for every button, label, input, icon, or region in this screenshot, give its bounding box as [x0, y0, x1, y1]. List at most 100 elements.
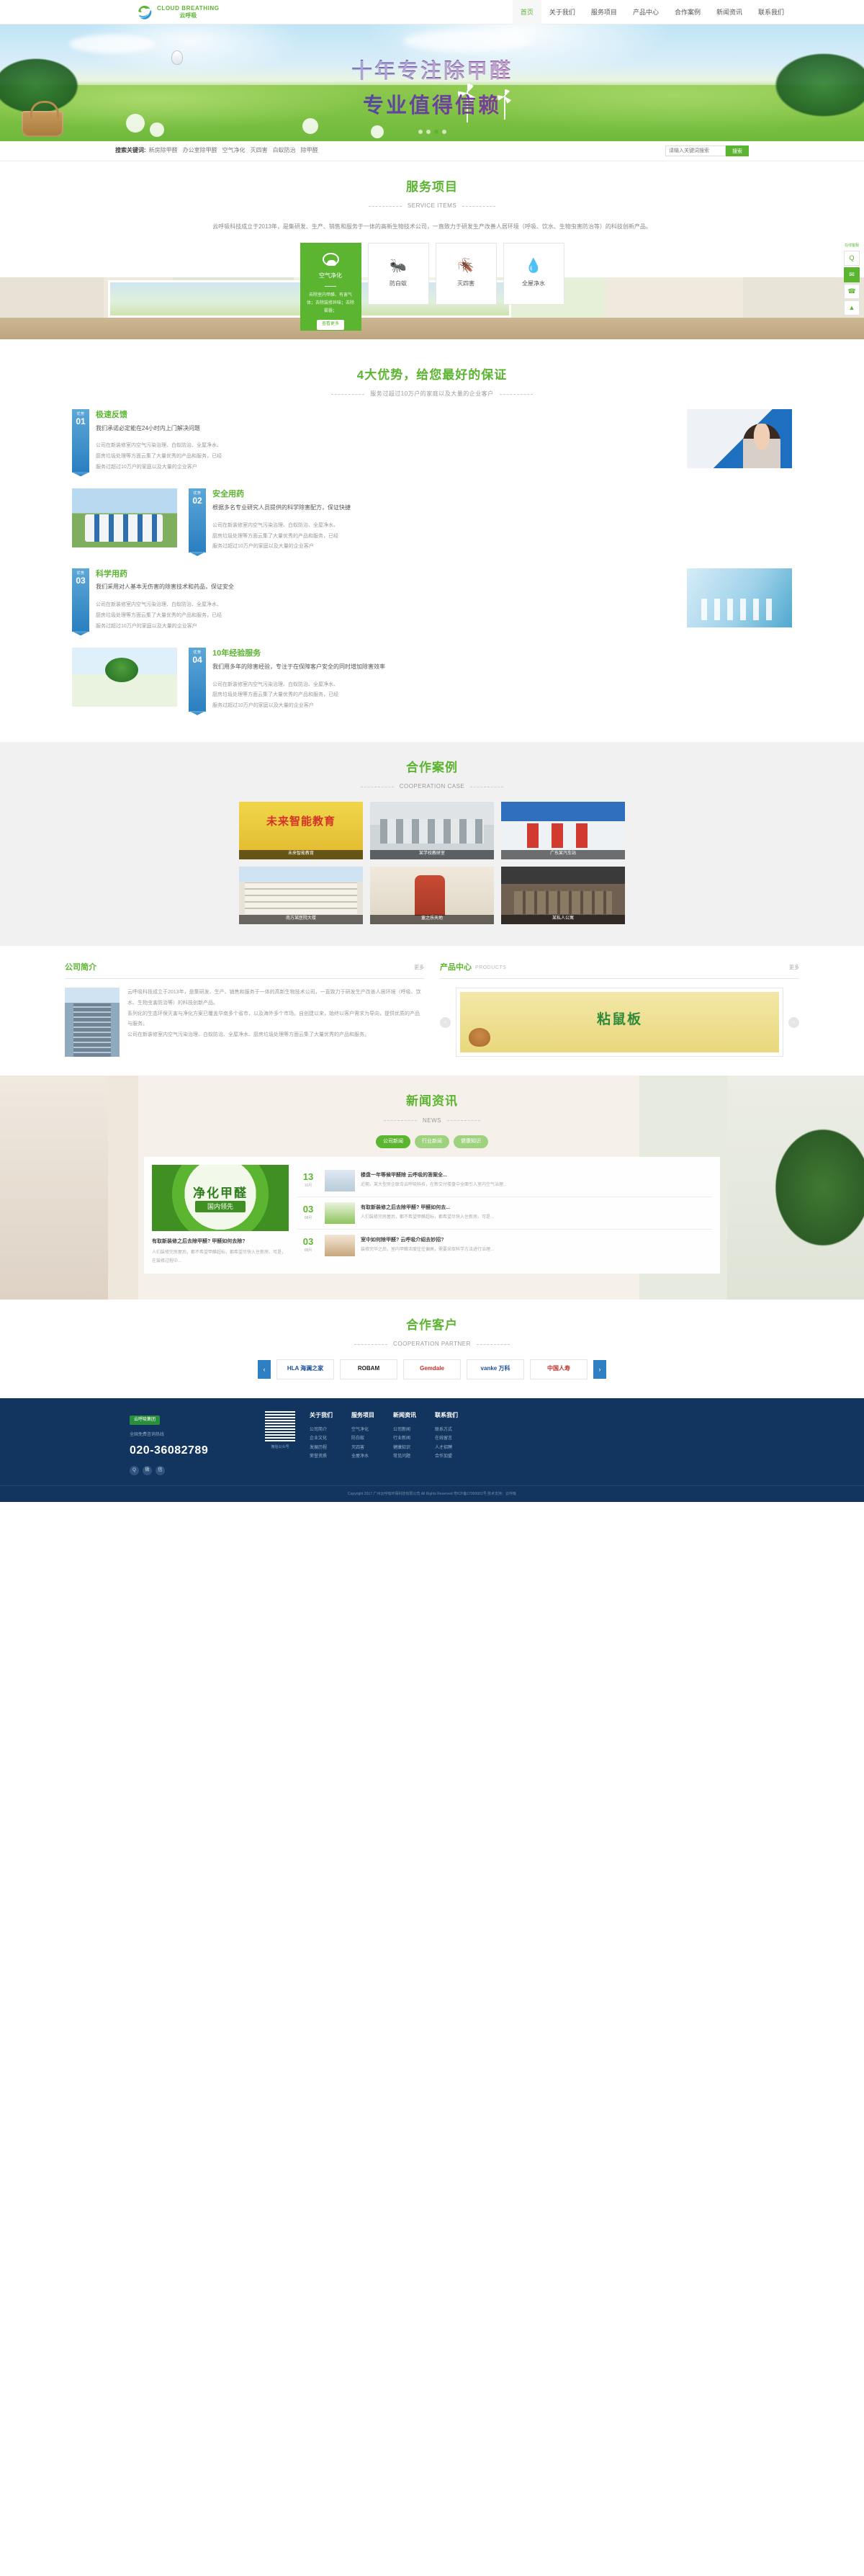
- services-subtitle-row: SERVICE ITEMS: [0, 202, 864, 211]
- cooperation-case-grid[interactable]: 未来智能教育 某学校教研室 广东某汽车站 南方某医院大楼 童之乐天地 某私人公寓: [0, 801, 864, 924]
- chevron-left-icon[interactable]: ‹: [258, 1359, 271, 1379]
- news-excerpt-1: 近期，某大型房企联合云呼吸科技，在新交付楼盘中全面引入室内空气治理...: [361, 1182, 508, 1187]
- news-row-3[interactable]: 03 08月 室中如何除甲醛? 云呼吸介绍去妙招? 装修完毕之后，室内甲醛浓度往…: [297, 1230, 712, 1261]
- chevron-left-icon[interactable]: ‹: [440, 1016, 451, 1028]
- chevron-right-icon[interactable]: ›: [593, 1359, 606, 1379]
- ribbon-number-4: 04: [192, 655, 202, 666]
- service-card-termite[interactable]: 🐜 防白蚁: [367, 242, 429, 305]
- footer-link-2-3[interactable]: 灭四害: [351, 1444, 374, 1453]
- chevron-right-icon[interactable]: ›: [788, 1016, 799, 1028]
- news-feature[interactable]: 净化甲醛 国内领先 有取新装修之后去除甲醛? 甲醛如何去除? 人们装修完房屋后，…: [152, 1164, 289, 1266]
- case-card-4[interactable]: 南方某医院大楼: [239, 866, 363, 924]
- partners-carousel[interactable]: ‹ HLA 海澜之家 ROBAM Gemdale vanke 万科 中国人寿 ›: [0, 1359, 864, 1379]
- banner-pagination[interactable]: [0, 130, 864, 134]
- news-row-2[interactable]: 03 08月 有取新装修之后去除甲醛? 甲醛如何去... 人们装修完房屋后，都不…: [297, 1197, 712, 1230]
- partner-logo-5[interactable]: 中国人寿: [530, 1359, 588, 1379]
- tab-company-news[interactable]: 公司新闻: [376, 1135, 410, 1148]
- footer-link-2-2[interactable]: 防白蚁: [351, 1434, 374, 1444]
- case-caption-5: 童之乐天地: [370, 914, 494, 924]
- footer-social-list[interactable]: Q 微 信: [130, 1466, 251, 1476]
- nav-item-home[interactable]: 首页: [512, 0, 541, 24]
- footer-link-columns[interactable]: 关于我们 公司简介 企业文化 发展历程 荣誉资质 服务项目 空气净化 防白蚁 灭…: [310, 1411, 734, 1476]
- nav-item-products[interactable]: 产品中心: [625, 0, 667, 24]
- nav-item-cases[interactable]: 合作案例: [667, 0, 708, 24]
- advantages-list: 优势 01 极速反馈 我们承诺必定能在24小时内上门解决问题 公司在新装修室内空…: [0, 408, 864, 742]
- service-more-button[interactable]: 查看更多: [316, 320, 344, 330]
- service-card-pest[interactable]: 🪳 灭四害: [435, 242, 497, 305]
- floating-service-sidebar[interactable]: 在线客服 Q ✉ ☎ ▲: [844, 243, 860, 317]
- products-more-link[interactable]: 更多: [789, 964, 799, 972]
- nav-item-news[interactable]: 新闻资讯: [708, 0, 750, 24]
- footer-link-4-3[interactable]: 人才招聘: [435, 1444, 458, 1453]
- hero-banner[interactable]: 十年专注除甲醛 专业值得信赖: [0, 24, 864, 141]
- search-input[interactable]: [665, 146, 726, 156]
- footer-link-3-4[interactable]: 常见问题: [393, 1452, 416, 1462]
- search-button[interactable]: 搜索: [726, 146, 749, 156]
- company-head: 公司简介 更多: [65, 962, 424, 980]
- green-hands-photo: [72, 648, 177, 707]
- banner-dot-3[interactable]: [433, 130, 438, 134]
- footer-link-3-3[interactable]: 健康知识: [393, 1444, 416, 1453]
- case-card-1[interactable]: 未来智能教育: [239, 801, 363, 859]
- footer-link-1-1[interactable]: 公司简介: [310, 1426, 333, 1435]
- partner-logo-3[interactable]: Gemdale: [403, 1359, 461, 1379]
- keyword-link-1[interactable]: 新房除甲醛: [149, 146, 178, 156]
- footer-link-3-1[interactable]: 公司新闻: [393, 1426, 416, 1435]
- tab-industry-news[interactable]: 行业新闻: [415, 1135, 449, 1148]
- wechat-icon[interactable]: 信: [156, 1466, 165, 1476]
- qq-icon[interactable]: Q: [130, 1466, 139, 1476]
- case-card-2[interactable]: 某学校教研室: [370, 801, 494, 859]
- footer-link-2-1[interactable]: 空气净化: [351, 1426, 374, 1435]
- wechat-icon[interactable]: ✉: [844, 267, 860, 282]
- product-card[interactable]: [456, 988, 783, 1057]
- weibo-icon[interactable]: 微: [143, 1466, 152, 1476]
- news-day-1: 13: [302, 1171, 314, 1183]
- partner-logo-4[interactable]: vanke 万科: [467, 1359, 524, 1379]
- partner-logo-2[interactable]: ROBAM: [340, 1359, 397, 1379]
- partners-title: 合作客户: [406, 1318, 458, 1332]
- keyword-link-2[interactable]: 办公室除甲醛: [183, 146, 217, 156]
- tab-health-knowledge[interactable]: 健康知识: [454, 1135, 488, 1148]
- site-logo[interactable]: CLOUD BREATHING 云呼吸: [137, 4, 220, 20]
- case-card-3[interactable]: 广东某汽车站: [501, 801, 625, 859]
- service-card-air-purify[interactable]: 空气净化 去除室内甲醛、有害气体；去除装修异味；去除雾霾； 查看更多: [300, 242, 361, 331]
- keyword-link-3[interactable]: 空气净化: [222, 146, 246, 156]
- keyword-link-5[interactable]: 白蚁防治: [273, 146, 296, 156]
- top-icon[interactable]: ▲: [844, 300, 860, 316]
- nav-item-contact[interactable]: 联系我们: [750, 0, 792, 24]
- phone-icon[interactable]: ☎: [844, 283, 860, 299]
- news-list[interactable]: 13 10月 楼盘一年等候甲醛除 云呼吸的答案全... 近期，某大型房企联合云呼…: [297, 1165, 712, 1266]
- footer-link-4-4[interactable]: 合作加盟: [435, 1452, 458, 1462]
- footer-link-1-2[interactable]: 企业文化: [310, 1434, 333, 1444]
- search-keywords-list[interactable]: 新房除甲醛 办公室除甲醛 空气净化 灭四害 白蚁防治 除甲醛: [149, 146, 318, 156]
- footer-link-4-1[interactable]: 联系方式: [435, 1426, 458, 1435]
- banner-dot-4[interactable]: [441, 130, 446, 134]
- news-tab-list[interactable]: 公司新闻 行业新闻 健康知识: [72, 1135, 792, 1156]
- footer-link-4-2[interactable]: 在线留言: [435, 1434, 458, 1444]
- advantage-sub-1: 我们承诺必定能在24小时内上门解决问题: [96, 424, 200, 431]
- main-navigation[interactable]: 首页 关于我们 服务项目 产品中心 合作案例 新闻资讯 联系我们: [512, 0, 792, 24]
- keyword-link-4[interactable]: 灭四害: [251, 146, 268, 156]
- banner-dot-1[interactable]: [418, 130, 423, 134]
- partner-logo-1[interactable]: HLA 海澜之家: [276, 1359, 334, 1379]
- case-card-6[interactable]: 某私人公寓: [501, 866, 625, 924]
- ribbon-number-3: 03: [76, 575, 86, 586]
- footer-link-1-4[interactable]: 荣誉资质: [310, 1452, 333, 1462]
- qq-icon[interactable]: Q: [844, 250, 860, 266]
- service-card-list[interactable]: 空气净化 去除室内甲醛、有害气体；去除装修异味；去除雾霾； 查看更多 🐜 防白蚁…: [72, 242, 792, 349]
- footer-col-title-3: 新闻资讯: [393, 1411, 416, 1418]
- footer-link-3-2[interactable]: 行业新闻: [393, 1434, 416, 1444]
- banner-dot-2[interactable]: [426, 130, 431, 134]
- nav-item-services[interactable]: 服务项目: [583, 0, 625, 24]
- service-name-4: 全屋净水: [522, 279, 545, 287]
- search-form[interactable]: 搜索: [665, 146, 749, 156]
- service-card-water[interactable]: 💧 全屋净水: [503, 242, 564, 305]
- footer-link-2-4[interactable]: 全屋净水: [351, 1452, 374, 1462]
- nav-item-about[interactable]: 关于我们: [541, 0, 583, 24]
- keyword-link-6[interactable]: 除甲醛: [301, 146, 318, 156]
- company-more-link[interactable]: 更多: [414, 964, 424, 972]
- footer-link-1-3[interactable]: 发展历程: [310, 1444, 333, 1453]
- logo-en-text: CLOUD BREATHING: [157, 5, 220, 12]
- case-card-5[interactable]: 童之乐天地: [370, 866, 494, 924]
- news-row-1[interactable]: 13 10月 楼盘一年等候甲醛除 云呼吸的答案全... 近期，某大型房企联合云呼…: [297, 1165, 712, 1197]
